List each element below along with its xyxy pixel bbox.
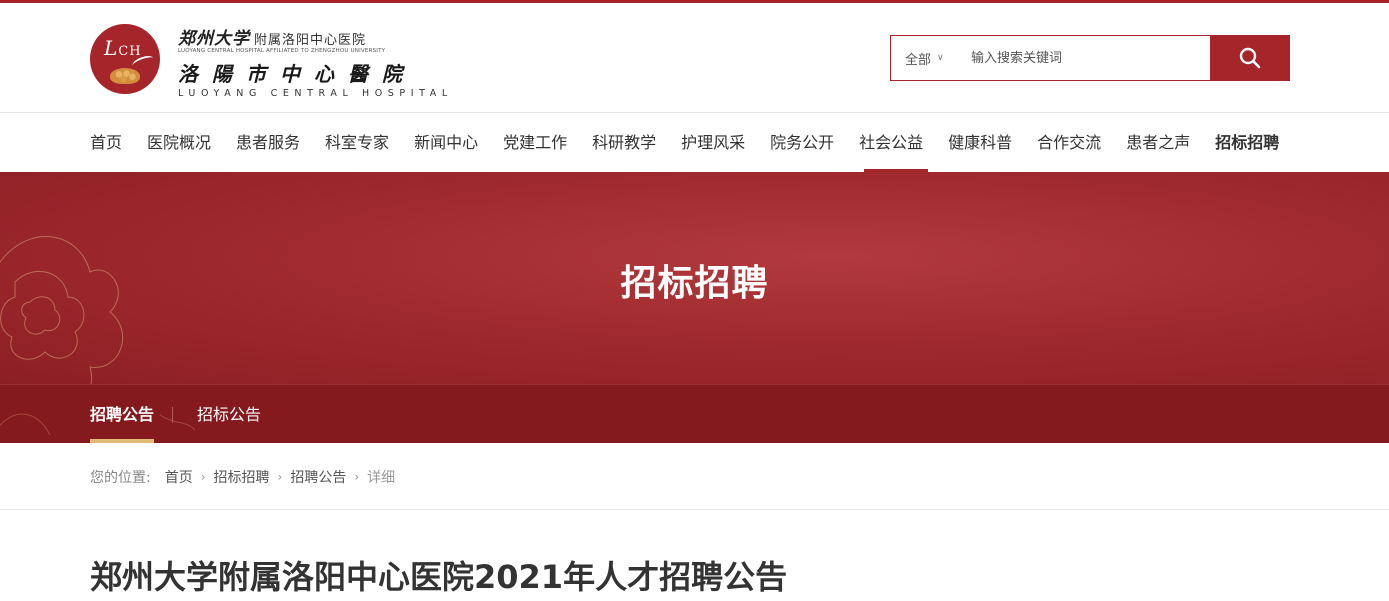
flower-icon xyxy=(110,68,140,84)
chevron-right-icon: › xyxy=(277,469,283,484)
nav-item-news[interactable]: 新闻中心 xyxy=(414,114,478,172)
breadcrumb: 您的位置: 首页 › 招标招聘 › 招聘公告 › 详细 xyxy=(90,444,395,509)
nav-item-home[interactable]: 首页 xyxy=(90,114,122,172)
search-icon xyxy=(1239,47,1261,69)
logo-hospital-name: 洛陽市中心醫院 xyxy=(178,62,416,86)
nav-item-overview[interactable]: 医院概况 xyxy=(147,114,211,172)
logo-english-affiliation: LUOYANG CENTRAL HOSPITAL AFFILIATED TO Z… xyxy=(178,48,386,54)
logo-english-name: LUOYANG CENTRAL HOSPITAL xyxy=(178,88,453,99)
banner-title: 招标招聘 xyxy=(620,263,769,304)
search-button[interactable] xyxy=(1210,35,1290,81)
nav-item-health-science[interactable]: 健康科普 xyxy=(948,114,1012,172)
nav-item-research-teaching[interactable]: 科研教学 xyxy=(592,114,656,172)
nav-item-departments[interactable]: 科室专家 xyxy=(325,114,389,172)
article-title: 郑州大学附属洛阳中心医院2021年人才招聘公告 xyxy=(90,558,788,596)
nav-item-bidding-recruitment[interactable]: 招标招聘 xyxy=(1215,114,1279,172)
search-bar: 全部 ∨ xyxy=(890,35,1290,81)
subtab-recruitment[interactable]: 招聘公告 xyxy=(90,385,155,443)
breadcrumb-home[interactable]: 首页 xyxy=(165,467,193,487)
breadcrumb-label: 您的位置: xyxy=(90,469,151,486)
subtab-divider xyxy=(172,407,173,423)
chevron-right-icon: › xyxy=(354,469,360,484)
search-scope-select[interactable]: 全部 ∨ xyxy=(891,36,959,80)
chevron-down-icon: ∨ xyxy=(937,53,944,63)
logo-mark-text: LCH xyxy=(104,36,142,60)
main-nav: 首页 医院概况 患者服务 科室专家 新闻中心 党建工作 科研教学 护理风采 院务… xyxy=(90,114,1304,172)
breadcrumb-current: 详细 xyxy=(367,469,396,486)
chevron-right-icon: › xyxy=(200,469,206,484)
nav-item-nursing[interactable]: 护理风采 xyxy=(681,114,745,172)
search-input[interactable] xyxy=(959,36,1210,80)
search-scope-value: 全部 xyxy=(905,52,932,68)
header: LCH 郑州大学 附属洛阳中心医院 LUOYANG CENTRAL HOSPIT… xyxy=(0,3,1389,113)
nav-item-public-welfare[interactable]: 社会公益 xyxy=(859,114,929,172)
nav-item-patient-voice[interactable]: 患者之声 xyxy=(1126,114,1190,172)
logo-affiliation: 附属洛阳中心医院 xyxy=(254,33,367,48)
logo-text[interactable]: 郑州大学 附属洛阳中心医院 LUOYANG CENTRAL HOSPITAL A… xyxy=(178,24,453,99)
subtab-bidding[interactable]: 招标公告 xyxy=(197,385,261,443)
logo-university-name: 郑州大学 xyxy=(178,29,250,49)
page-banner: 招标招聘 xyxy=(0,172,1389,384)
nav-item-patient-services[interactable]: 患者服务 xyxy=(236,114,300,172)
nav-item-cooperation[interactable]: 合作交流 xyxy=(1037,114,1101,172)
breadcrumb-recruitment[interactable]: 招聘公告 xyxy=(290,467,346,487)
breadcrumb-bidding-recruitment[interactable]: 招标招聘 xyxy=(214,467,270,487)
logo-mark[interactable]: LCH xyxy=(90,24,160,94)
divider xyxy=(0,509,1389,510)
section-subnav: 招聘公告 招标公告 xyxy=(0,384,1389,443)
nav-item-affairs[interactable]: 院务公开 xyxy=(770,114,834,172)
nav-item-party-building[interactable]: 党建工作 xyxy=(503,114,567,172)
